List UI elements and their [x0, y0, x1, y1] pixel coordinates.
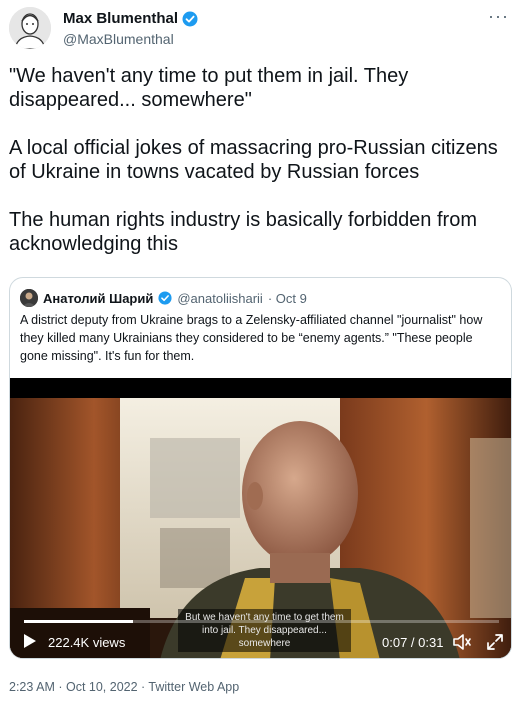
video-progress-bar[interactable] [24, 620, 499, 623]
verified-badge-icon [158, 291, 172, 305]
quoted-date: · Oct 9 [267, 290, 307, 306]
quoted-tweet[interactable]: Анатолий Шарий @anatoliisharii · Oct 9 A… [9, 277, 512, 659]
tweet-text: "We haven't any time to put them in jail… [9, 65, 498, 255]
author-handle[interactable]: @MaxBlumenthal [63, 31, 174, 47]
quoted-author-handle[interactable]: @anatoliisharii [177, 291, 262, 306]
more-options-icon[interactable]: ··· [488, 6, 509, 27]
video-player[interactable]: But we haven't any time to get them into… [10, 378, 511, 658]
volume-muted-icon[interactable] [452, 632, 472, 655]
quoted-author-avatar [20, 289, 38, 307]
tweet-timestamp[interactable]: 2:23 AM · Oct 10, 2022 · Twitter Web App [9, 680, 239, 694]
quoted-author-name[interactable]: Анатолий Шарий [43, 291, 153, 306]
video-views: 222.4K views [48, 635, 126, 650]
author-name[interactable]: Max Blumenthal [63, 10, 178, 27]
author-avatar-image [9, 7, 51, 49]
tweet-header: Max Blumenthal @MaxBlumenthal ··· [0, 0, 521, 60]
quoted-text: A district deputy from Ukraine brags to … [20, 313, 483, 363]
video-time: 0:07 / 0:31 [382, 635, 444, 650]
play-icon[interactable] [23, 633, 37, 652]
author-avatar[interactable] [9, 7, 51, 49]
verified-badge-icon [182, 11, 198, 26]
video-controls: 222.4K views 0:07 / 0:31 [10, 628, 511, 658]
video-progress-fill [24, 620, 134, 623]
fullscreen-icon[interactable] [485, 632, 505, 655]
